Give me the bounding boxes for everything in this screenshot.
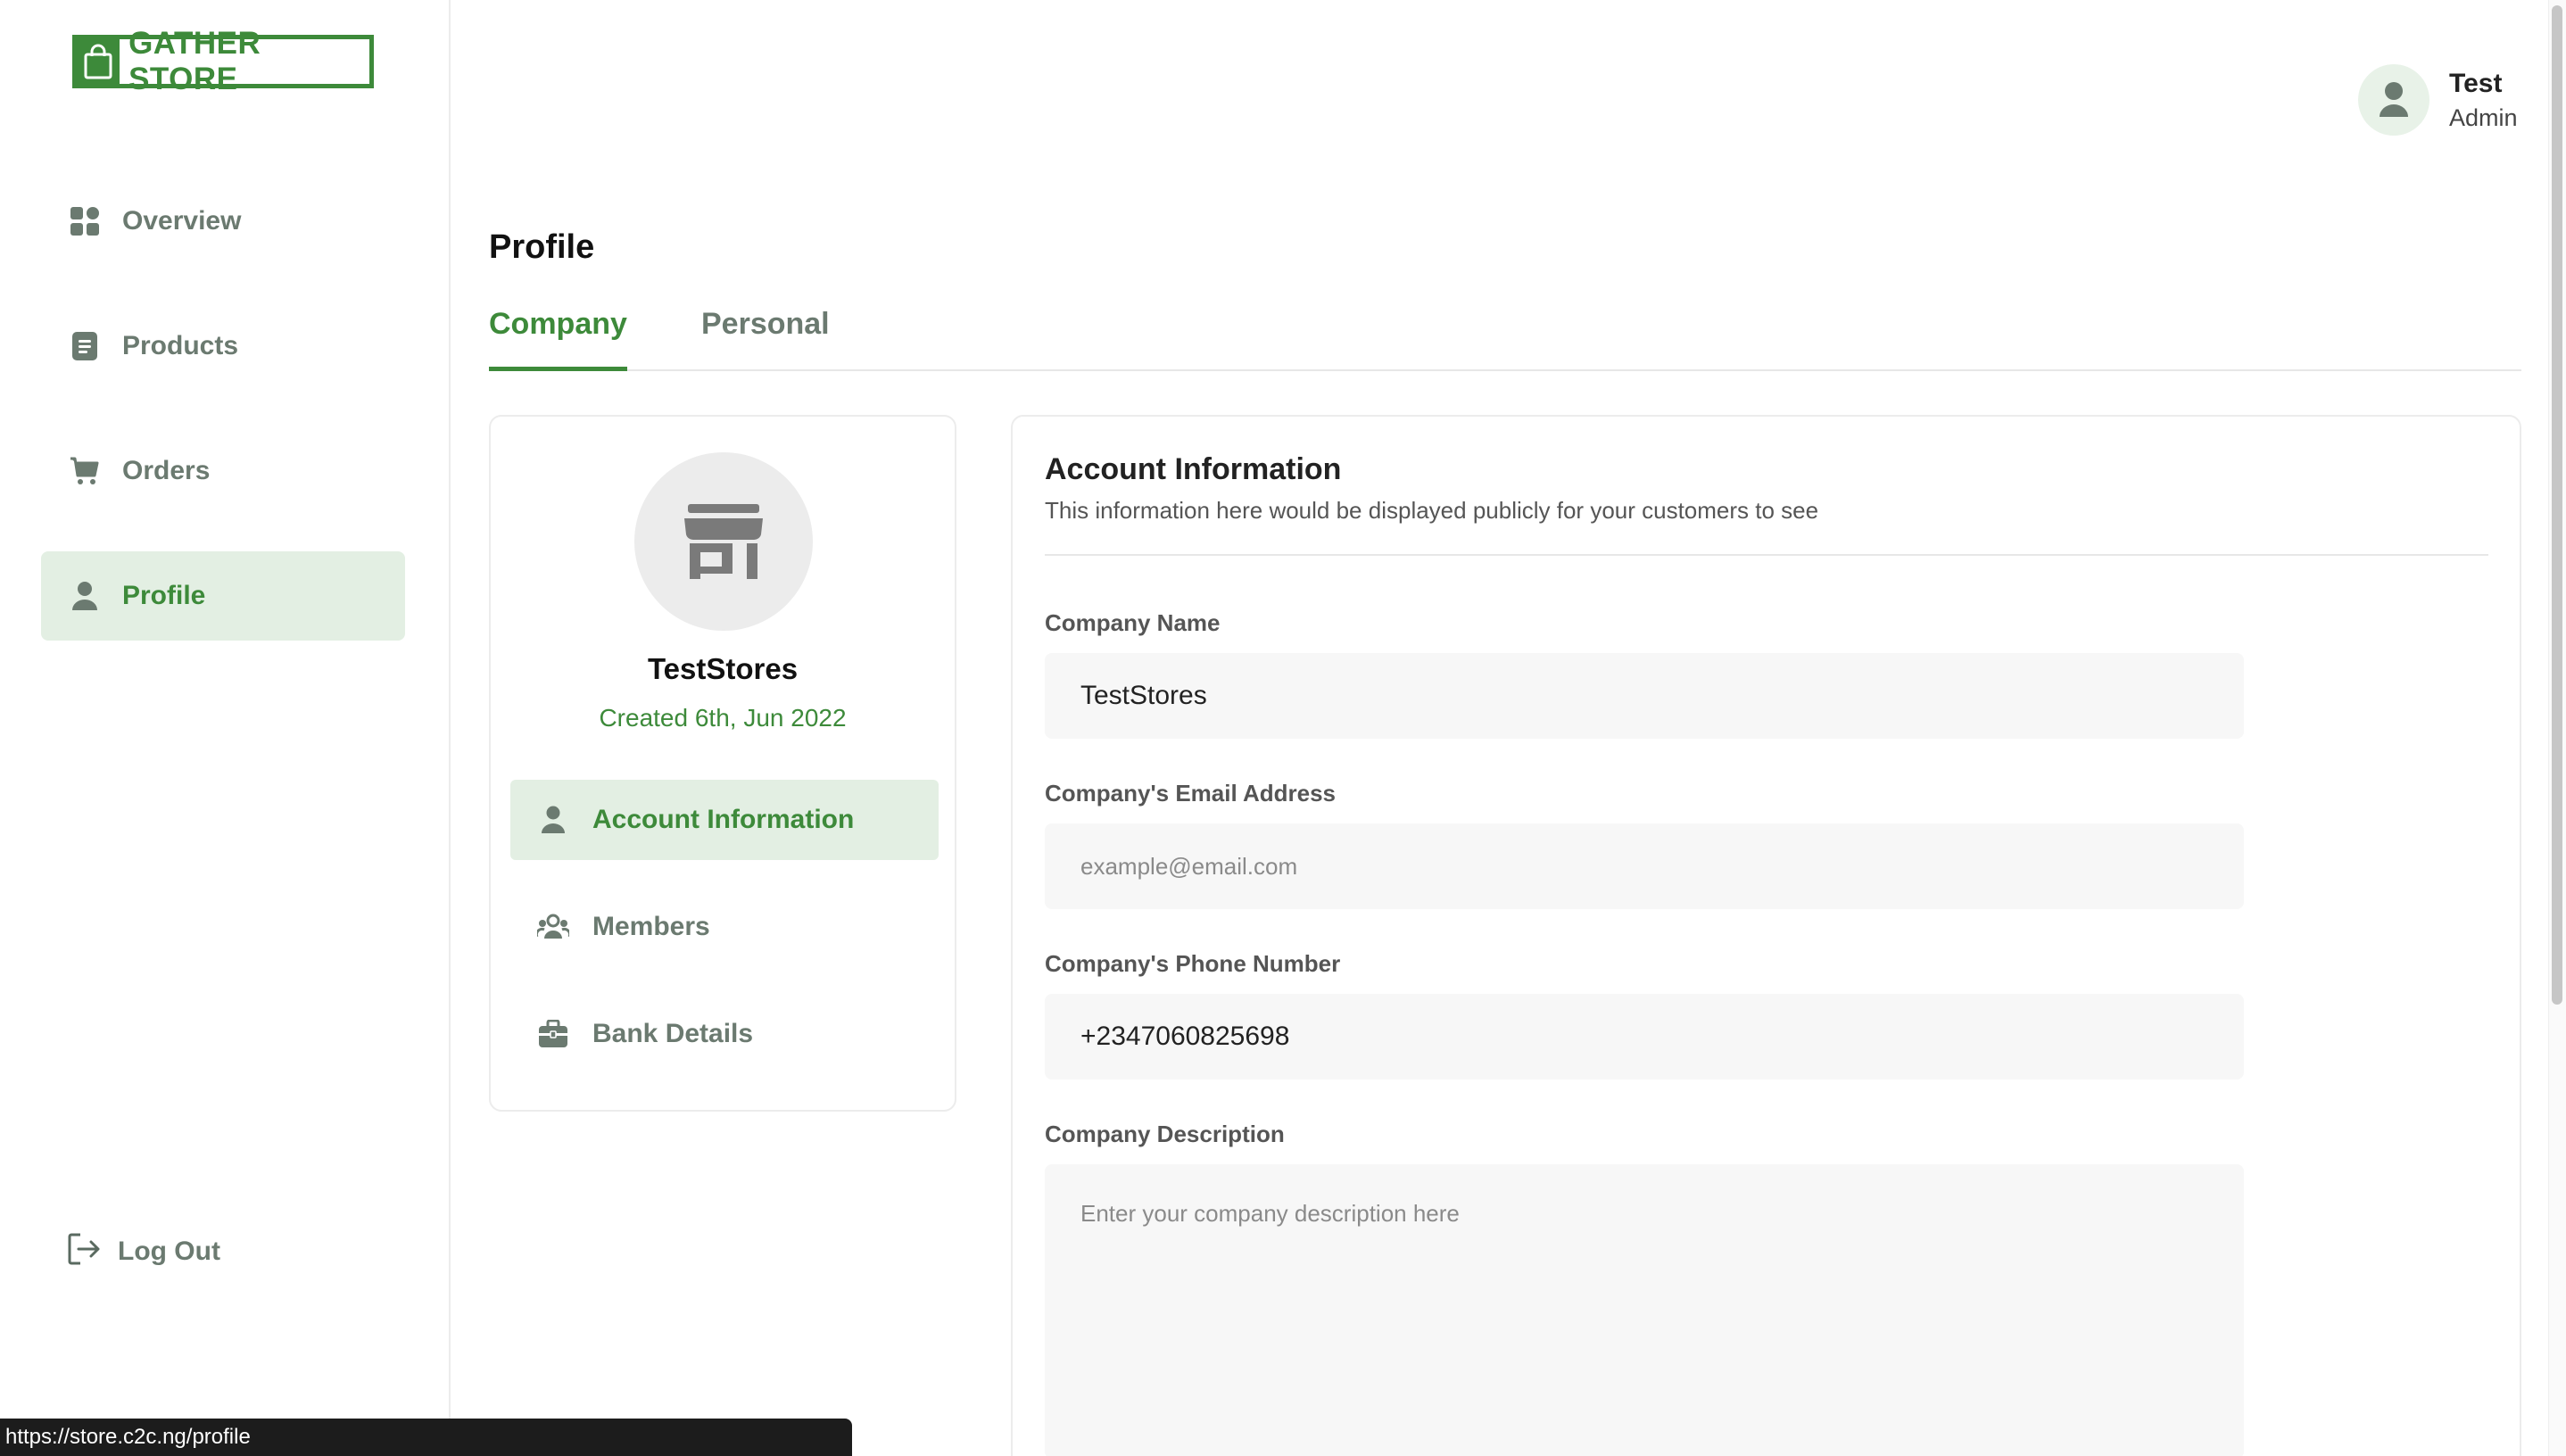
- logout-label: Log Out: [118, 1236, 220, 1266]
- company-phone-field[interactable]: [1045, 994, 2244, 1080]
- tab-personal[interactable]: Personal: [701, 307, 830, 369]
- store-avatar[interactable]: [634, 452, 813, 631]
- sidebar: GATHER STORE Overview Products Orders Pr…: [0, 0, 451, 1456]
- profile-card: TestStores Created 6th, Jun 2022 Account…: [489, 415, 956, 1112]
- company-phone-label: Company's Phone Number: [1045, 950, 1341, 977]
- user-role: Admin: [2449, 103, 2518, 131]
- users-icon: [537, 911, 569, 943]
- sidebar-item-label: Orders: [122, 456, 211, 485]
- user-icon: [69, 580, 101, 612]
- status-url: https://store.c2c.ng/profile: [5, 1425, 251, 1449]
- profile-menu-label: Account Information: [592, 805, 855, 834]
- section-subtitle: This information here would be displayed…: [1045, 497, 1819, 524]
- sidebar-item-orders[interactable]: Orders: [41, 426, 405, 516]
- user-icon: [2380, 82, 2408, 117]
- sidebar-item-label: Overview: [122, 206, 242, 236]
- store-name: TestStores: [647, 652, 799, 685]
- section-title: Account Information: [1045, 452, 1342, 486]
- tab-company[interactable]: Company: [489, 307, 627, 371]
- store-icon: [684, 504, 763, 579]
- user-name: Test: [2449, 68, 2503, 98]
- company-name-label: Company Name: [1045, 609, 1221, 636]
- company-email-field[interactable]: [1045, 823, 2244, 909]
- user-menu[interactable]: Test Admin: [2358, 64, 2518, 136]
- profile-menu-label: Members: [592, 912, 710, 941]
- shopping-bag-icon: [77, 39, 120, 84]
- company-name-field[interactable]: [1045, 653, 2244, 739]
- briefcase-icon: [537, 1018, 569, 1050]
- company-email-label: Company's Email Address: [1045, 780, 1336, 807]
- page-scrollbar-thumb[interactable]: [2552, 5, 2562, 1005]
- tab-bar: Company Personal: [489, 307, 2521, 371]
- document-icon: [69, 330, 101, 362]
- brand-logo[interactable]: GATHER STORE: [72, 26, 374, 96]
- sidebar-item-profile[interactable]: Profile: [41, 551, 405, 641]
- user-icon: [537, 804, 569, 836]
- browser-status-bar: https://store.c2c.ng/profile: [0, 1419, 852, 1456]
- avatar: [2358, 64, 2429, 136]
- profile-menu-members[interactable]: Members: [510, 887, 939, 967]
- account-information-card: Account Information This information her…: [1011, 415, 2521, 1456]
- profile-menu-account-information[interactable]: Account Information: [510, 780, 939, 860]
- store-created-date: Created 6th, Jun 2022: [599, 704, 847, 732]
- logout-icon: [68, 1233, 102, 1270]
- cart-icon: [69, 455, 101, 487]
- divider: [1045, 554, 2488, 556]
- brand-name: GATHER STORE: [128, 26, 261, 96]
- page-title: Profile: [489, 228, 595, 266]
- sidebar-item-products[interactable]: Products: [41, 302, 405, 391]
- sidebar-item-label: Products: [122, 331, 239, 360]
- sidebar-item-overview[interactable]: Overview: [41, 177, 405, 266]
- sidebar-item-label: Profile: [122, 581, 206, 610]
- profile-menu-bank-details[interactable]: Bank Details: [510, 994, 939, 1074]
- company-description-field[interactable]: [1045, 1164, 2244, 1456]
- profile-menu-label: Bank Details: [592, 1019, 754, 1048]
- company-description-label: Company Description: [1045, 1121, 1285, 1147]
- logout-button[interactable]: Log Out: [68, 1233, 220, 1270]
- grid-icon: [69, 205, 101, 237]
